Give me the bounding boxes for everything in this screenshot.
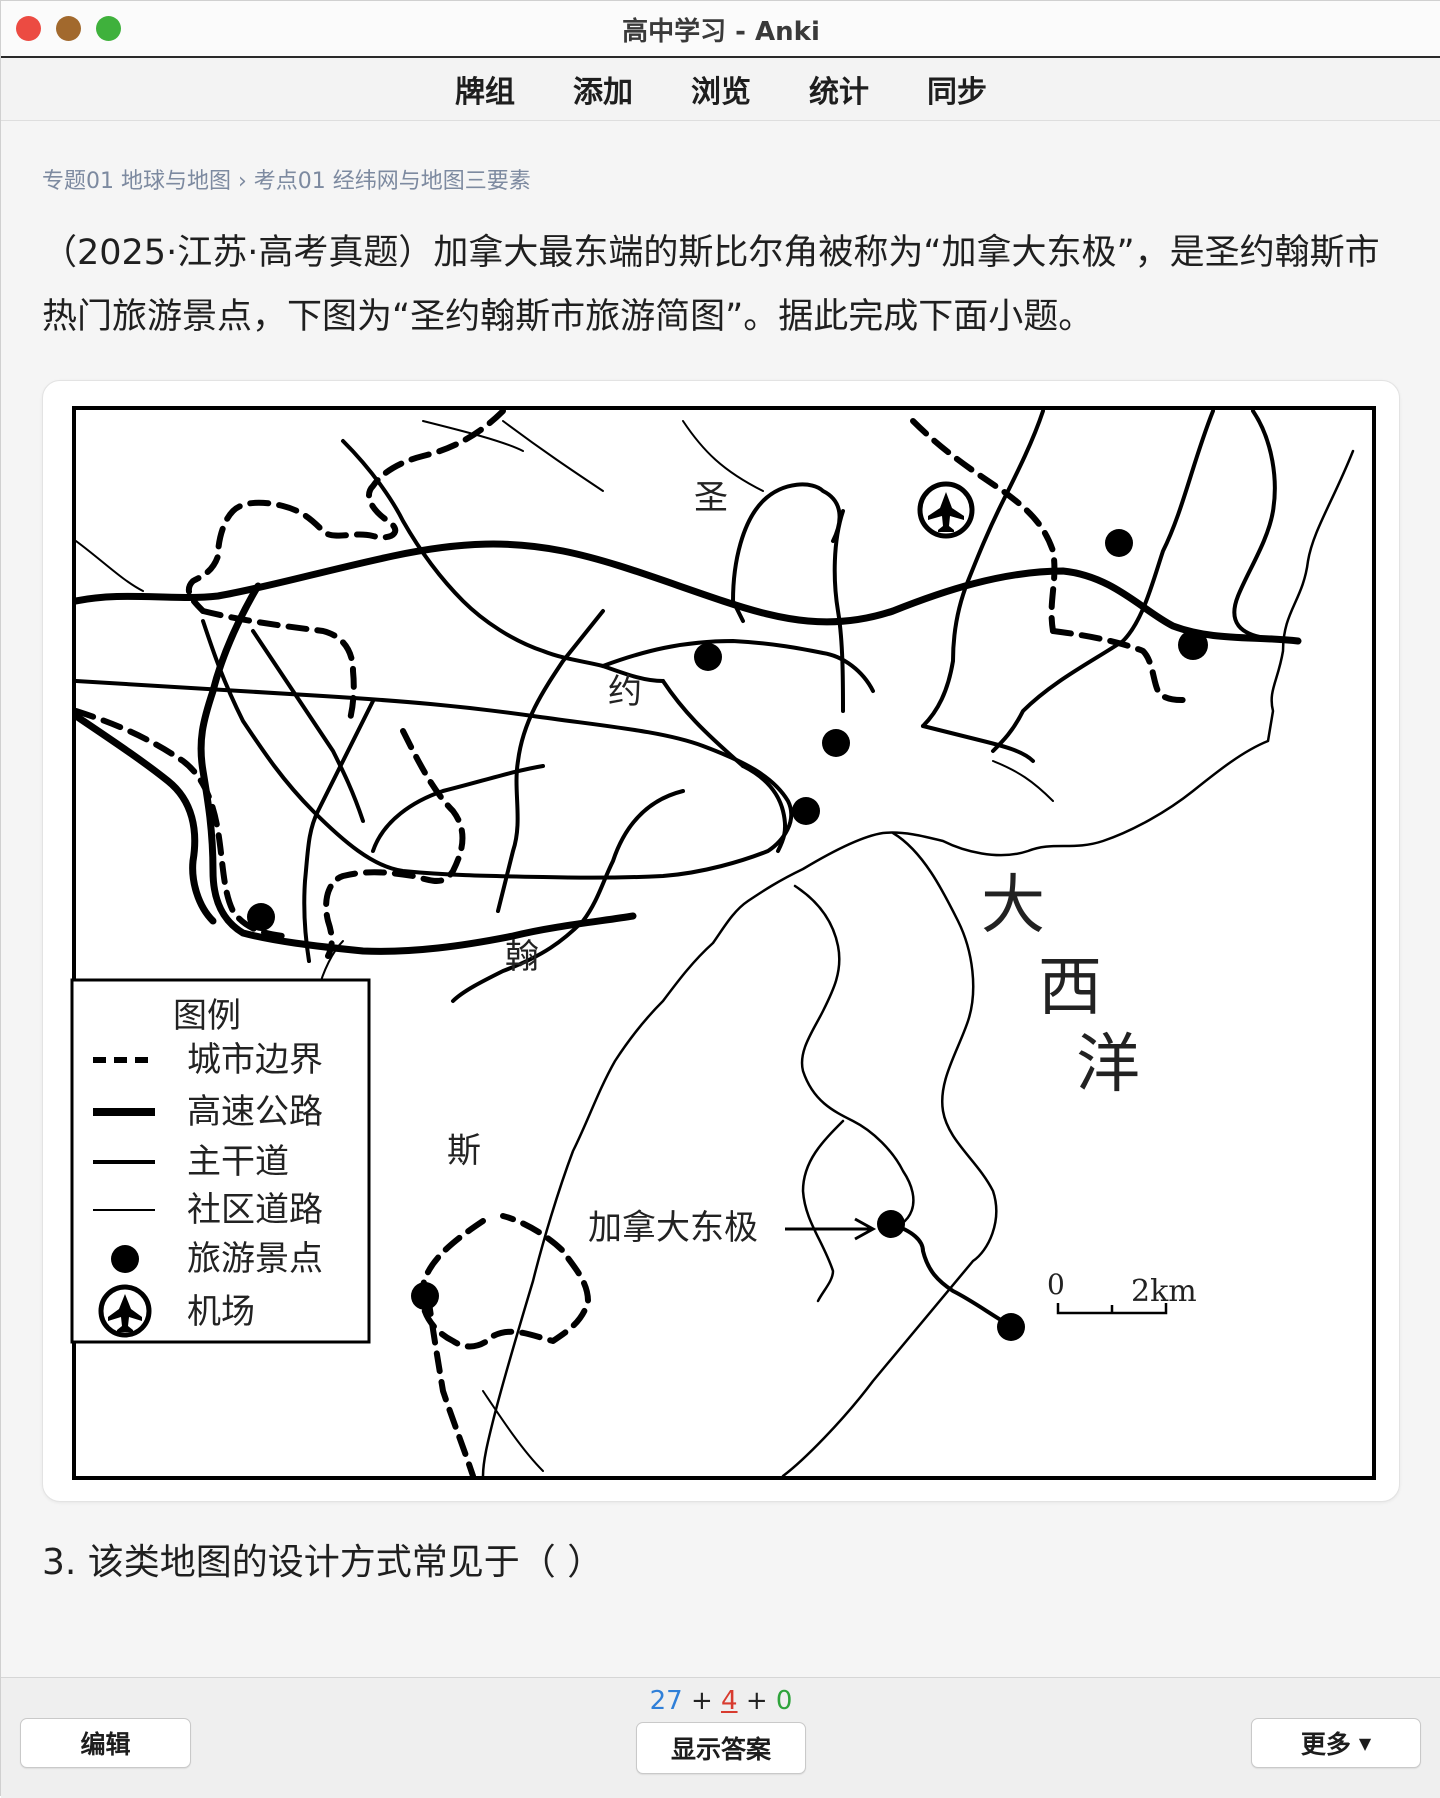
legend-airport-icon (98, 1284, 152, 1338)
caret-down-icon: ▼ (1358, 1733, 1372, 1753)
main-toolbar: 牌组 添加 浏览 统计 同步 (1, 58, 1440, 121)
toolbar-add[interactable]: 添加 (573, 67, 633, 111)
toolbar-browse[interactable]: 浏览 (691, 67, 751, 111)
toolbar-decks[interactable]: 牌组 (455, 67, 515, 111)
map-city-char: 斯 (447, 1131, 481, 1171)
legend-item: 旅游景点 (187, 1239, 323, 1279)
scale-bar: 0 2km (1047, 1268, 1197, 1315)
map-drawing: 圣 约 翰 斯 大 西 洋 加拿大东极 0 2km 图例 城市边界 高速公路 主… (70, 410, 1355, 1476)
airport-icon (917, 481, 975, 539)
community-road (502, 420, 604, 492)
window-title: 高中学习 - Anki (622, 17, 820, 47)
question-text: （2025·江苏·高考真题）加拿大最东端的斯比尔角被称为“加拿大东极”，是圣约翰… (42, 233, 1380, 337)
map-legend: 图例 城市边界 高速公路 主干道 社区道路 旅游景点 机场 (70, 978, 371, 1344)
edit-button-label: 编辑 (80, 1730, 131, 1759)
count-separator: + (745, 1686, 768, 1716)
legend-item: 主干道 (187, 1142, 289, 1182)
map-figure: 圣 约 翰 斯 大 西 洋 加拿大东极 0 2km 图例 城市边界 高速公路 主… (42, 380, 1400, 1502)
annotation-easternmost: 加拿大东极 (588, 1208, 758, 1248)
map-city-char: 圣 (694, 478, 728, 518)
main-road (76, 619, 794, 880)
map-ocean-char: 大 (981, 869, 1045, 943)
legend-title: 图例 (173, 996, 241, 1036)
card-content: 专题01 地球与地图 › 考点01 经纬网与地图三要素 （2025·江苏·高考真… (1, 121, 1440, 1677)
show-answer-label: 显示答案 (670, 1735, 771, 1764)
more-button[interactable]: 更多 ▼ (1251, 1718, 1421, 1768)
legend-item: 社区道路 (187, 1190, 323, 1230)
sub-question: 3. 该类地图的设计方式常见于（ ） (42, 1542, 604, 1583)
map-city-char: 翰 (505, 937, 539, 977)
anki-window: 高中学习 - Anki 牌组 添加 浏览 统计 同步 专题01 地球与地图 › … (0, 0, 1440, 1798)
more-button-label: 更多 (1300, 1730, 1351, 1759)
title-bar: 高中学习 - Anki (1, 1, 1440, 58)
breadcrumb: 专题01 地球与地图 › 考点01 经纬网与地图三要素 (42, 169, 531, 194)
count-new: 27 (649, 1686, 683, 1716)
map-ocean-char: 洋 (1076, 1028, 1140, 1102)
scale-zero: 0 (1047, 1268, 1065, 1301)
legend-item: 高速公路 (187, 1092, 323, 1132)
toolbar-stats[interactable]: 统计 (809, 67, 869, 111)
map-ocean-char: 西 (1038, 951, 1102, 1025)
show-answer-button[interactable]: 显示答案 (636, 1722, 806, 1774)
count-separator: + (690, 1686, 713, 1716)
scale-label: 2km (1131, 1274, 1197, 1309)
count-review: 0 (775, 1686, 793, 1716)
due-counts: 27 + 4 + 0 (1, 1686, 1440, 1716)
highway (76, 540, 1302, 645)
review-bottom-bar: 27 + 4 + 0 编辑 显示答案 更多 ▼ (1, 1677, 1440, 1798)
map-city-char: 约 (608, 672, 642, 712)
toolbar-sync[interactable]: 同步 (927, 67, 987, 111)
legend-item: 城市边界 (187, 1040, 323, 1080)
legend-tourist-spot-icon (111, 1245, 139, 1273)
edit-button[interactable]: 编辑 (20, 1718, 191, 1768)
arrow-right-icon (785, 1217, 877, 1241)
count-learning: 4 (721, 1686, 738, 1716)
legend-item: 机场 (187, 1292, 255, 1332)
